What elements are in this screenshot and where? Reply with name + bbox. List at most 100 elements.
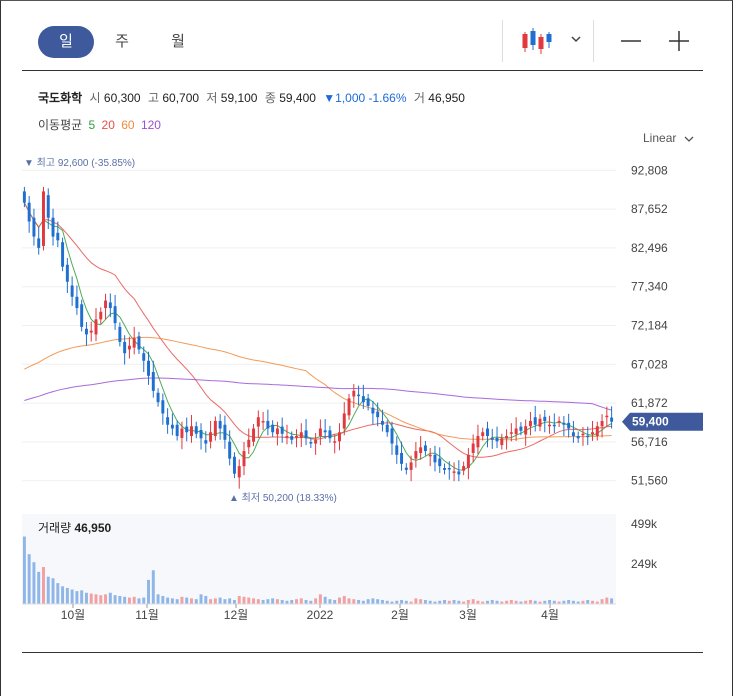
candle-body bbox=[132, 338, 136, 348]
candle-body bbox=[218, 420, 222, 429]
candle-body bbox=[237, 466, 241, 478]
volume-bar bbox=[318, 594, 322, 604]
volume-bar bbox=[400, 599, 404, 604]
volume-bar bbox=[366, 599, 370, 604]
volume-bar bbox=[237, 595, 241, 604]
candle-body bbox=[204, 440, 208, 444]
volume-tick-label: 249k bbox=[631, 557, 658, 571]
candle-body bbox=[352, 390, 356, 397]
volume-bar bbox=[352, 599, 356, 604]
x-tick-label: 11월 bbox=[135, 608, 159, 622]
volume-bar bbox=[37, 571, 41, 604]
volume-bar bbox=[42, 567, 45, 604]
candle-body bbox=[586, 435, 590, 438]
volume-bar bbox=[290, 599, 294, 604]
candle-body bbox=[438, 458, 442, 467]
volume-title-value: 46,950 bbox=[74, 521, 112, 535]
candle-body bbox=[395, 445, 399, 455]
y-tick-label: 67,028 bbox=[631, 357, 668, 371]
candle-body bbox=[104, 300, 108, 309]
price-chart: 92,808 87,652 82,496 77,340 72,184 67,028 61,8… bbox=[22, 157, 703, 622]
volume-bar bbox=[56, 583, 60, 604]
candle-body bbox=[347, 398, 351, 416]
volume-bar bbox=[342, 595, 346, 604]
candle-body bbox=[209, 432, 213, 442]
volume-title: 거래량 46,950 bbox=[38, 519, 111, 536]
candle-body bbox=[190, 426, 193, 437]
volume-bar bbox=[419, 599, 423, 604]
candle-body bbox=[600, 420, 604, 427]
candle-body bbox=[509, 432, 513, 434]
y-tick-label: 72,184 bbox=[631, 318, 668, 332]
volume-bar bbox=[32, 562, 36, 604]
volume-bar bbox=[151, 570, 155, 604]
candle-body bbox=[605, 415, 609, 418]
volume-bar bbox=[376, 599, 380, 604]
y-tick-label: 56,716 bbox=[631, 435, 668, 449]
volume-bar bbox=[180, 596, 184, 604]
volume-bar bbox=[194, 599, 198, 604]
candle-body bbox=[232, 456, 236, 474]
volume-bar bbox=[137, 598, 141, 604]
volume-bar bbox=[548, 599, 552, 604]
candle-body bbox=[481, 432, 485, 437]
candle-body bbox=[22, 191, 26, 203]
moving-average-lines bbox=[23, 202, 612, 471]
volume-bar bbox=[232, 599, 236, 604]
candle-body bbox=[476, 436, 480, 448]
candle-body bbox=[505, 436, 509, 439]
candle-body bbox=[462, 466, 466, 471]
candle-body bbox=[533, 417, 537, 425]
ma-line-5 bbox=[23, 202, 612, 471]
volume-bar bbox=[333, 599, 337, 604]
volume-bar bbox=[256, 599, 260, 604]
volume-bar bbox=[190, 598, 193, 604]
candle-body bbox=[528, 420, 532, 427]
candle-body bbox=[571, 432, 575, 437]
volume-bar bbox=[204, 595, 208, 604]
candle-body bbox=[361, 396, 365, 403]
ma-line-120 bbox=[24, 377, 612, 411]
candle-body bbox=[486, 428, 489, 437]
candle-body bbox=[99, 311, 103, 320]
volume-bar bbox=[414, 598, 418, 604]
candle-body bbox=[390, 428, 394, 444]
volume-bar bbox=[471, 599, 475, 604]
volume-bar bbox=[185, 597, 189, 604]
candle-body bbox=[595, 426, 599, 437]
volume-bar bbox=[271, 598, 275, 604]
volume-bar bbox=[170, 598, 174, 604]
candle-body bbox=[338, 432, 341, 442]
volume-bar bbox=[22, 536, 26, 604]
y-tick-label: 87,652 bbox=[631, 202, 668, 216]
volume-bar bbox=[338, 597, 341, 604]
volume-bar bbox=[209, 599, 213, 604]
candle-body bbox=[175, 424, 179, 437]
x-tick-label: 2월 bbox=[391, 608, 409, 622]
volume-bar bbox=[314, 598, 318, 604]
candle-body bbox=[400, 452, 404, 464]
bottom-divider bbox=[22, 652, 703, 653]
volume-bar bbox=[261, 599, 265, 604]
candle-body bbox=[385, 424, 389, 433]
candle-body bbox=[151, 372, 155, 391]
candle-body bbox=[89, 330, 93, 333]
candle-body bbox=[113, 306, 117, 324]
volume-bar bbox=[94, 594, 98, 604]
candle-body bbox=[266, 420, 270, 429]
volume-bar bbox=[242, 596, 246, 604]
candle-body bbox=[223, 424, 227, 440]
current-price-label: 59,400 bbox=[632, 415, 669, 429]
candle-body bbox=[548, 424, 552, 427]
candle-body bbox=[194, 426, 198, 434]
candle-body bbox=[552, 424, 556, 427]
candle-body bbox=[137, 336, 141, 350]
volume-bar bbox=[75, 591, 79, 604]
x-tick-label: 10월 bbox=[61, 608, 85, 622]
volume-bar bbox=[275, 599, 279, 604]
x-tick-label: 4월 bbox=[541, 608, 559, 622]
candle-body bbox=[500, 438, 504, 446]
candle-body bbox=[80, 304, 84, 327]
x-tick-label: 2022 bbox=[307, 608, 334, 622]
volume-bar bbox=[223, 599, 227, 604]
